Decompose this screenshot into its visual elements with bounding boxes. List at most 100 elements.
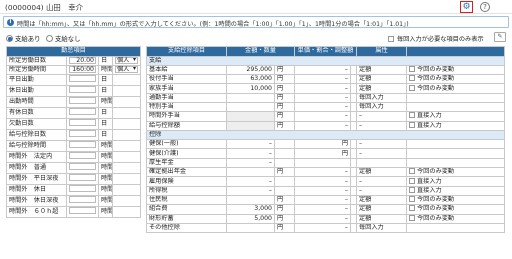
- table-row: 時間外手当円 – – 直接入力: [146, 111, 505, 122]
- option-checkbox[interactable]: [409, 215, 415, 221]
- amount-cell[interactable]: [226, 222, 275, 234]
- attendance-value-input[interactable]: [69, 86, 96, 94]
- attendance-value-input[interactable]: 20.00: [69, 57, 96, 64]
- attendance-value-input[interactable]: [69, 97, 96, 105]
- attendance-value-input[interactable]: [69, 141, 96, 149]
- amount-unit: 円: [274, 111, 295, 122]
- item-label: 家族手当: [146, 83, 227, 94]
- unit-label: 時間: [98, 162, 113, 175]
- rate-cell: 円: [294, 148, 351, 159]
- section-row: 控除: [146, 129, 505, 141]
- amount-cell[interactable]: –: [226, 139, 275, 150]
- attendance-value-input[interactable]: [69, 185, 96, 193]
- table-row: 所定労働時間 160:00 時間 個人: [6, 64, 141, 76]
- pay-deduction-table: 支給控除項目 金額・数量 単価・割合・調整額 属性 支給 基本給 295,000 円 –…: [146, 46, 505, 234]
- amount-cell[interactable]: [226, 194, 275, 206]
- amount-cell[interactable]: 5,000: [226, 213, 275, 224]
- unit-label: 時間: [98, 96, 113, 109]
- option-checkbox[interactable]: [409, 75, 415, 82]
- rate-cell: –: [294, 222, 351, 234]
- table-row: 給与控除日数 日: [6, 129, 141, 142]
- attendance-label: 時間外 休日: [6, 184, 67, 197]
- attendance-value-input[interactable]: [69, 108, 96, 116]
- radio-button[interactable]: [46, 35, 53, 42]
- attendance-label: 所定労働日数: [6, 55, 67, 66]
- attendance-label: 平日出勤: [6, 74, 67, 87]
- unit-label: 時間: [98, 64, 113, 76]
- amount-cell[interactable]: –: [226, 176, 275, 187]
- amount-cell[interactable]: –: [226, 185, 275, 196]
- item-label: 基本給: [146, 64, 227, 76]
- attendance-label: 有休日数: [6, 107, 67, 120]
- rate-cell: –: [294, 120, 351, 131]
- option-label: 直接入力: [417, 112, 442, 120]
- option-checkbox[interactable]: [409, 177, 415, 184]
- table-row: 給与控除時間 時間: [6, 140, 141, 153]
- amount-cell[interactable]: [226, 101, 275, 113]
- attendance-value-input[interactable]: [69, 152, 96, 160]
- attendance-value-input[interactable]: [69, 207, 96, 215]
- attendance-value-input[interactable]: 160:00: [69, 66, 96, 73]
- show-required-only-check[interactable]: 毎回入力が必要な項目のみ表示: [388, 34, 484, 43]
- info-icon: i: [7, 19, 14, 26]
- amount-unit: 円: [274, 83, 295, 94]
- help-icon[interactable]: ?: [480, 2, 490, 12]
- option-checkbox[interactable]: [409, 196, 415, 203]
- item-label: 雇用保険: [146, 176, 227, 187]
- table-row: 出勤時間 時間: [6, 96, 141, 109]
- checkbox[interactable]: [388, 35, 394, 42]
- attribute-cell: –: [356, 120, 407, 131]
- rate-cell: –: [294, 64, 351, 76]
- option-checkbox[interactable]: [409, 84, 415, 91]
- amount-unit: 円: [274, 222, 295, 234]
- attribute-cell: 定額: [356, 204, 407, 215]
- rate-cell: –: [294, 213, 351, 224]
- attendance-value-input[interactable]: [69, 119, 96, 127]
- attendance-label: 給与控除時間: [6, 140, 67, 153]
- amount-cell[interactable]: 63,000: [226, 74, 275, 85]
- attendance-value-input[interactable]: [69, 196, 96, 204]
- scope-select[interactable]: 個人: [115, 66, 138, 73]
- gear-icon[interactable]: ⚙: [460, 1, 473, 13]
- scope-select[interactable]: 個人: [115, 57, 138, 64]
- option-checkbox[interactable]: [409, 187, 415, 193]
- amount-cell[interactable]: [226, 120, 275, 131]
- amount-cell[interactable]: 295,000: [226, 64, 275, 76]
- attribute-cell: 定額: [356, 194, 407, 206]
- radio-button[interactable]: [6, 35, 13, 42]
- option-checkbox[interactable]: [409, 66, 415, 72]
- table-row: 組合費 3,000 円 – 定額 今回のみ変動: [146, 204, 505, 215]
- item-label: 所得税: [146, 185, 227, 196]
- radio-pay-no[interactable]: 支給なし: [46, 34, 81, 43]
- amount-cell[interactable]: –: [226, 157, 275, 169]
- amount-cell[interactable]: –: [226, 148, 275, 159]
- radio-label: 支給なし: [55, 35, 81, 43]
- amount-cell[interactable]: 3,000: [226, 204, 275, 215]
- amount-cell[interactable]: 10,000: [226, 83, 275, 94]
- option-checkbox[interactable]: [409, 112, 415, 119]
- option-checkbox[interactable]: [409, 122, 415, 128]
- attendance-label: 時間外 ６０ｈ超: [6, 206, 67, 219]
- table-row: その他控除 円 – 毎回入力: [146, 222, 505, 234]
- attendance-value-input[interactable]: [69, 75, 96, 83]
- attendance-value-input[interactable]: [69, 163, 96, 171]
- table-row: 所得税 – – – 直接入力: [146, 185, 505, 196]
- attendance-value-input[interactable]: [69, 130, 96, 138]
- amount-cell[interactable]: [226, 111, 275, 122]
- amount-unit: 円: [274, 167, 295, 178]
- attribute-cell: –: [356, 185, 407, 196]
- rate-cell: –: [294, 111, 351, 122]
- table-row: 欠勤日数 日: [6, 118, 141, 131]
- rate-cell: –: [294, 194, 351, 206]
- amount-cell[interactable]: [226, 92, 275, 104]
- amount-cell[interactable]: [226, 167, 275, 178]
- option-checkbox[interactable]: [409, 205, 415, 212]
- table-row: 時間外 平日深夜 時間: [6, 173, 141, 186]
- radio-pay-yes[interactable]: 支給あり: [6, 34, 41, 43]
- option-checkbox[interactable]: [409, 168, 415, 175]
- rate-cell: –: [294, 74, 351, 85]
- memo-icon[interactable]: ✎: [494, 32, 506, 42]
- attendance-value-input[interactable]: [69, 174, 96, 182]
- attendance-label: 欠勤日数: [6, 118, 67, 131]
- option-label: 今回のみ変動: [417, 84, 455, 92]
